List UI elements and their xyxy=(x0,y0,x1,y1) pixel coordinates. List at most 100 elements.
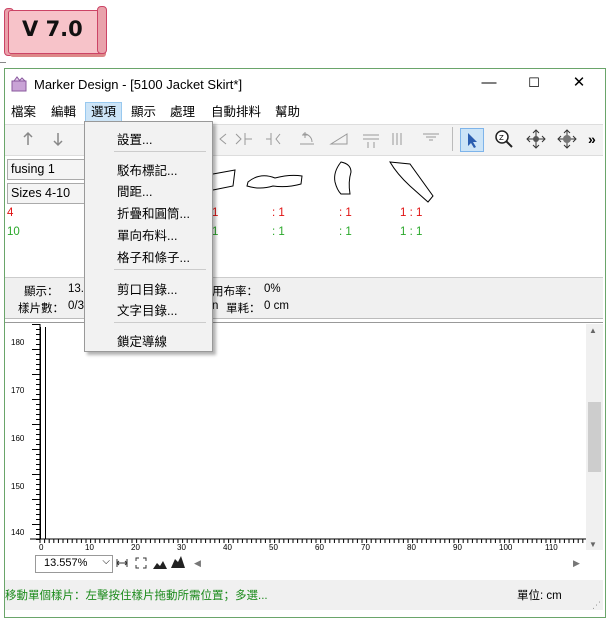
rotate-icon[interactable] xyxy=(296,128,318,150)
h-ruler-label: 10 xyxy=(85,543,94,552)
h-ruler-label: 90 xyxy=(453,543,462,552)
fabric-select[interactable]: fusing 1 xyxy=(7,159,90,180)
consumption-value: 0 cm xyxy=(264,300,289,312)
v-ruler-label-170: 170 xyxy=(11,386,25,395)
menu-item-one-way-fabric[interactable]: 單向布料... xyxy=(117,225,177,244)
maximize-button[interactable]: ☐ xyxy=(519,72,549,94)
svg-text:Z: Z xyxy=(499,134,504,142)
v-ruler-label-150: 150 xyxy=(11,482,25,491)
menu-item-notch-catalog[interactable]: 剪口目錄... xyxy=(117,279,177,298)
move-down-icon[interactable] xyxy=(47,128,69,150)
ratio-red-2: : 1 xyxy=(272,207,285,219)
piece-preview-area xyxy=(212,161,434,203)
h-ruler-label: 60 xyxy=(315,543,324,552)
piece-shape-2 xyxy=(246,174,303,189)
close-button[interactable]: ✕ xyxy=(564,72,594,94)
badge-scroll-right xyxy=(97,6,107,54)
h-ruler-label: 20 xyxy=(131,543,140,552)
list-icon[interactable] xyxy=(420,128,442,150)
mountain-large-icon[interactable] xyxy=(171,556,185,571)
fit-width-icon[interactable] xyxy=(116,557,128,572)
menu-separator xyxy=(114,322,206,323)
select-pointer-icon[interactable] xyxy=(460,128,484,152)
v-ruler-label-180: 180 xyxy=(11,338,25,347)
spacing-icon[interactable] xyxy=(385,128,407,150)
scroll-right-icon[interactable]: ▶ xyxy=(573,558,580,569)
mountain-small-icon[interactable] xyxy=(153,558,167,572)
menu-item-settings[interactable]: 設置... xyxy=(117,129,152,148)
piece-shape-4 xyxy=(389,161,434,203)
v-ruler-label-160: 160 xyxy=(11,434,25,443)
ratio-red-3: : 1 xyxy=(339,207,352,219)
move-up-icon[interactable] xyxy=(17,128,39,150)
ratio-green-4: 1 : 1 xyxy=(400,226,423,238)
minimize-button[interactable]: — xyxy=(474,72,504,94)
flip-vertical-icon[interactable] xyxy=(360,128,382,150)
menu-separator xyxy=(114,151,206,152)
toolbar-separator xyxy=(452,127,453,151)
version-label: V 7.0 xyxy=(22,17,83,41)
toolbar-overflow-icon[interactable]: » xyxy=(588,131,596,147)
piece-shape-1 xyxy=(212,169,236,191)
piece-shape-3 xyxy=(334,161,352,195)
red-count: 4 xyxy=(7,207,14,219)
menu-help[interactable]: 幫助 xyxy=(270,103,305,121)
scroll-up-icon[interactable]: ▲ xyxy=(589,326,597,335)
menu-item-fold-tube[interactable]: 折疊和圓筒... xyxy=(117,203,190,222)
edge-mark xyxy=(0,62,6,63)
menu-auto-nest[interactable]: 自動排料 xyxy=(206,103,266,121)
menu-edit[interactable]: 編輯 xyxy=(46,103,81,121)
unit-label: 單位: cm xyxy=(517,590,562,602)
green-count: 10 xyxy=(7,226,20,238)
vertical-ruler xyxy=(32,324,41,540)
h-ruler-label: 40 xyxy=(223,543,232,552)
menu-item-lock-guides[interactable]: 鎖定導線 xyxy=(117,331,167,350)
align-right-icon[interactable] xyxy=(233,128,255,150)
zoom-combo[interactable]: 13.557% ⌵ xyxy=(35,555,113,573)
menu-item-text-catalog[interactable]: 文字目錄... xyxy=(117,300,177,319)
h-ruler-label: 110 xyxy=(545,543,558,552)
chevron-down-icon: ⌵ xyxy=(102,556,110,567)
menu-item-plaids-stripes[interactable]: 格子和條子... xyxy=(117,247,190,266)
align-left-icon[interactable] xyxy=(262,128,284,150)
display-value: 13. xyxy=(68,283,84,295)
menu-item-spacing[interactable]: 間距... xyxy=(117,181,152,200)
scroll-down-icon[interactable]: ▼ xyxy=(589,540,597,549)
zoom-icon[interactable]: Z xyxy=(493,128,515,150)
window-title: Marker Design - [5100 Jacket Skirt*] xyxy=(34,77,243,92)
canvas-marker-edge-2 xyxy=(45,327,46,539)
h-ruler-label: 30 xyxy=(177,543,186,552)
zoom-value: 13.557% xyxy=(44,557,88,569)
pan-icon[interactable] xyxy=(525,128,547,150)
h-ruler-label: 70 xyxy=(361,543,370,552)
move-all-icon[interactable] xyxy=(556,128,578,150)
vertical-scroll-thumb[interactable] xyxy=(588,402,601,472)
menu-separator xyxy=(114,269,206,270)
tilt-icon[interactable] xyxy=(328,128,350,150)
h-ruler-label: 80 xyxy=(407,543,416,552)
resize-grip-icon[interactable]: ⋰ xyxy=(592,600,601,611)
h-ruler-label: 100 xyxy=(499,543,513,552)
ratio-green-2: : 1 xyxy=(272,226,285,238)
flip-left-icon[interactable] xyxy=(212,128,234,150)
consumption-label: 單耗： xyxy=(226,303,261,315)
menu-view[interactable]: 顯示 xyxy=(126,103,161,121)
display-label: 顯示： xyxy=(24,286,59,298)
menu-file[interactable]: 檔案 xyxy=(6,103,41,121)
status-message: 移動單個樣片：左擊按住樣片拖動所需位置；多選... xyxy=(5,590,268,602)
menu-item-splice-marks[interactable]: 駁布標記... xyxy=(117,160,177,179)
ratio-red-4: 1 : 1 xyxy=(400,207,423,219)
pieces-value: 0/3 xyxy=(68,300,84,312)
menu-process[interactable]: 處理 xyxy=(165,103,200,121)
marker-canvas[interactable] xyxy=(5,322,603,553)
menu-options[interactable]: 選項 xyxy=(85,102,123,122)
pieces-label: 樣片數： xyxy=(18,303,64,315)
scroll-left-icon[interactable]: ◀ xyxy=(194,558,201,569)
app-icon xyxy=(11,76,27,92)
h-ruler-label: 0 xyxy=(39,543,44,552)
usage-value: 0% xyxy=(264,283,281,295)
fit-all-icon[interactable] xyxy=(135,557,147,572)
size-select[interactable]: Sizes 4-10 xyxy=(7,183,90,204)
v-ruler-label-140: 140 xyxy=(11,528,25,537)
ratio-green-3: : 1 xyxy=(339,226,352,238)
